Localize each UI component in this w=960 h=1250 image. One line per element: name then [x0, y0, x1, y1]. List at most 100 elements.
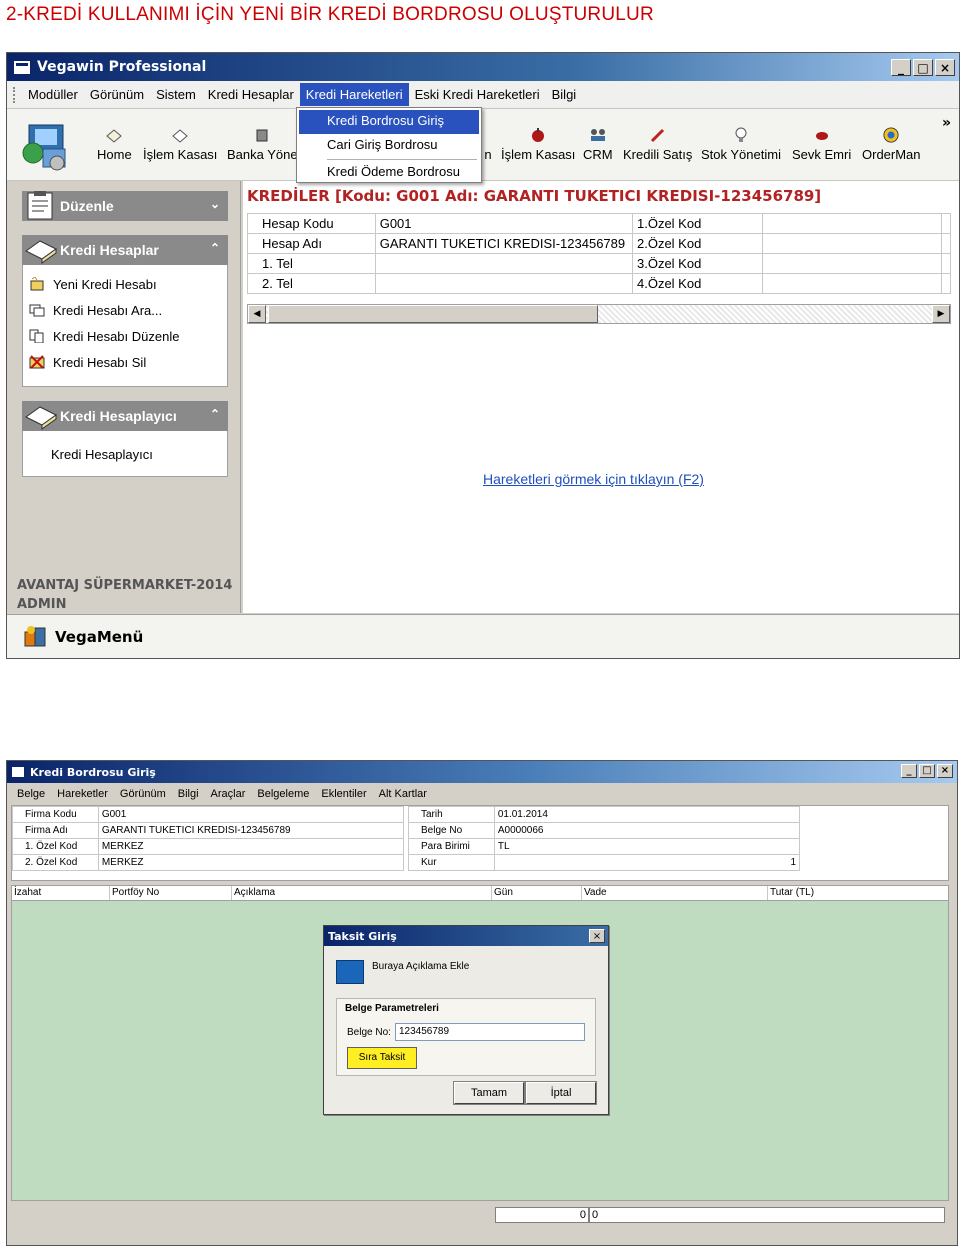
sidebar-item-kredi-hesaplayici[interactable]: Kredi Hesaplayıcı — [23, 441, 227, 467]
close-button[interactable]: × — [935, 59, 955, 76]
horizontal-scrollbar[interactable]: ◀ ▶ — [247, 304, 951, 324]
scroll-left-icon[interactable]: ◀ — [248, 305, 266, 323]
panel-duzenle-header[interactable]: Düzenle ⌄ — [22, 191, 228, 221]
field-value[interactable]: G001 — [97, 806, 405, 823]
toolbar: Home İşlem Kasası Banka Yöne n İşlem Kas… — [7, 109, 959, 181]
sira-taksit-button[interactable]: Sıra Taksit — [347, 1047, 417, 1069]
minimize-button[interactable]: _ — [901, 764, 917, 778]
menu-alt-kartlar[interactable]: Alt Kartlar — [373, 788, 433, 800]
sidebar-item-kredi-hesabi-ara[interactable]: Kredi Hesabı Ara... — [23, 297, 227, 323]
chevron-down-icon[interactable]: ⌄ — [210, 197, 220, 211]
field-value[interactable] — [761, 253, 942, 274]
vegamenu-bar[interactable]: VegaMenü — [7, 614, 959, 658]
maximize-button[interactable]: □ — [919, 764, 935, 778]
toolbar-kredili-satis[interactable]: Kredili Satış — [623, 127, 692, 162]
toolbar-islem-kasasi-2[interactable]: İşlem Kasası — [501, 127, 575, 162]
menu-araclar[interactable]: Araçlar — [205, 788, 252, 800]
belge-no-input[interactable]: 123456789 — [395, 1023, 585, 1041]
close-button[interactable]: × — [937, 764, 953, 778]
menu-bilgi[interactable]: Bilgi — [546, 83, 583, 106]
toolbar-home[interactable]: Home — [97, 127, 132, 162]
menu-eklentiler[interactable]: Eklentiler — [315, 788, 372, 800]
field-value[interactable]: G001 — [374, 213, 633, 234]
panel-kredi-hesaplayici-header[interactable]: Kredi Hesaplayıcı ⌃ — [22, 401, 228, 431]
field-value[interactable] — [761, 213, 942, 234]
belge-table: Tarih 01.01.2014 Belge No A0000066 Para Bi… — [408, 806, 801, 871]
sidebar-item-kredi-hesabi-sil[interactable]: Kredi Hesabı Sil — [23, 349, 227, 375]
dropdown-item-kredi-bordrosu-giris[interactable]: Kredi Bordrosu Giriş — [299, 110, 479, 134]
menu-eski-kredi-hareketleri[interactable]: Eski Kredi Hareketleri — [409, 83, 546, 106]
field-value[interactable] — [374, 253, 633, 274]
dropdown-separator — [327, 159, 477, 160]
field-value[interactable]: MERKEZ — [97, 838, 405, 855]
field-value[interactable] — [761, 233, 942, 254]
field-value[interactable]: 01.01.2014 — [493, 806, 801, 823]
dropdown-item-cari-giris-bordrosu[interactable]: Cari Giriş Bordrosu — [297, 134, 481, 158]
field-value[interactable] — [761, 273, 942, 294]
dropdown-item-kredi-odeme-bordrosu[interactable]: Kredi Ödeme Bordrosu — [297, 161, 481, 185]
toolbar-orderman[interactable]: OrderMan — [862, 127, 921, 162]
total-field: 0 — [495, 1207, 589, 1223]
menu-sistem[interactable]: Sistem — [150, 83, 202, 106]
toolbar-sevk-emri[interactable]: Sevk Emri — [792, 127, 851, 162]
maximize-button[interactable]: □ — [913, 59, 933, 76]
toolbar-stok-yonetimi[interactable]: Stok Yönetimi — [701, 127, 781, 162]
column-header[interactable]: Gün — [492, 886, 582, 900]
chevron-up-icon[interactable]: ⌃ — [210, 241, 220, 255]
toolbar-crm[interactable]: CRM — [583, 127, 613, 162]
scroll-right-icon[interactable]: ▶ — [932, 305, 950, 323]
menu-belge[interactable]: Belge — [11, 788, 51, 800]
field-label: Para Birimi — [408, 838, 495, 855]
column-header[interactable]: Vade — [582, 886, 768, 900]
menu-kredi-hareketleri[interactable]: Kredi Hareketleri — [299, 83, 409, 106]
column-header[interactable]: Portföy No — [110, 886, 232, 900]
field-value[interactable]: TL — [493, 838, 801, 855]
show-movements-link[interactable]: Hareketleri görmek için tıklayın (F2) — [483, 471, 704, 487]
window-title: Vegawin Professional — [37, 59, 207, 75]
table-cell — [940, 273, 952, 294]
cancel-button[interactable]: İptal — [525, 1081, 597, 1105]
field-value[interactable] — [374, 273, 633, 294]
menu-gorunum[interactable]: Görünüm — [114, 788, 172, 800]
toolbar-banka[interactable]: Banka Yöne — [227, 127, 298, 162]
toolbar-label: CRM — [583, 147, 613, 162]
delete-account-icon — [29, 355, 45, 369]
sidebar-item-kredi-hesabi-duzenle[interactable]: Kredi Hesabı Düzenle — [23, 323, 227, 349]
window-title-bar[interactable]: Vegawin Professional _ □ × — [7, 53, 959, 81]
field-value[interactable]: GARANTI TUKETICI KREDISI-123456789 — [374, 233, 633, 254]
column-header[interactable]: Tutar (TL) — [768, 886, 948, 900]
ok-button[interactable]: Tamam — [453, 1081, 525, 1105]
chevron-up-icon[interactable]: ⌃ — [210, 407, 220, 421]
menu-grip[interactable] — [13, 86, 16, 103]
menu-gorunum[interactable]: Görünüm — [84, 83, 150, 106]
sidebar-item-label: Yeni Kredi Hesabı — [53, 276, 157, 292]
field-value[interactable]: A0000066 — [493, 822, 801, 839]
toolbar-label: Kredili Satış — [623, 147, 693, 162]
column-header[interactable]: İzahat — [12, 886, 110, 900]
menu-hareketler[interactable]: Hareketler — [51, 788, 114, 800]
table-row: Para Birimi TL — [408, 838, 801, 855]
toolbar-islem-kasasi[interactable]: İşlem Kasası — [143, 127, 217, 162]
table-cell — [940, 253, 952, 274]
sidebar-item-label: Kredi Hesabı Düzenle — [53, 328, 180, 344]
field-value[interactable]: GARANTI TUKETICI KREDISI-123456789 — [97, 822, 405, 839]
menu-moduller[interactable]: Modüller — [22, 83, 84, 106]
sidebar-item-yeni-kredi-hesabi[interactable]: Yeni Kredi Hesabı — [23, 271, 227, 297]
toolbar-more-button[interactable]: » — [942, 115, 951, 131]
scroll-thumb[interactable] — [268, 305, 598, 323]
dialog-title-bar[interactable]: Taksit Giriş — [324, 926, 608, 946]
minimize-button[interactable]: _ — [891, 59, 911, 76]
column-header[interactable]: Açıklama — [232, 886, 492, 900]
menu-belgeleme[interactable]: Belgeleme — [251, 788, 315, 800]
field-value[interactable]: MERKEZ — [97, 854, 405, 871]
menu-bilgi[interactable]: Bilgi — [172, 788, 205, 800]
field-value[interactable]: 1 — [493, 854, 801, 871]
menu-kredi-hesaplar[interactable]: Kredi Hesaplar — [202, 83, 300, 106]
table-row: 2. Tel 4.Özel Kod — [247, 273, 952, 294]
window-title-bar[interactable]: Kredi Bordrosu Giriş _ □ × — [7, 761, 957, 783]
close-icon[interactable]: × — [589, 929, 605, 943]
search-account-icon — [29, 304, 45, 317]
document-header-form: Firma Kodu G001 Firma Adı GARANTI TUKETICI… — [11, 805, 949, 881]
panel-kredi-hesaplar-header[interactable]: Kredi Hesaplar ⌃ — [22, 235, 228, 265]
people-icon — [590, 129, 605, 141]
